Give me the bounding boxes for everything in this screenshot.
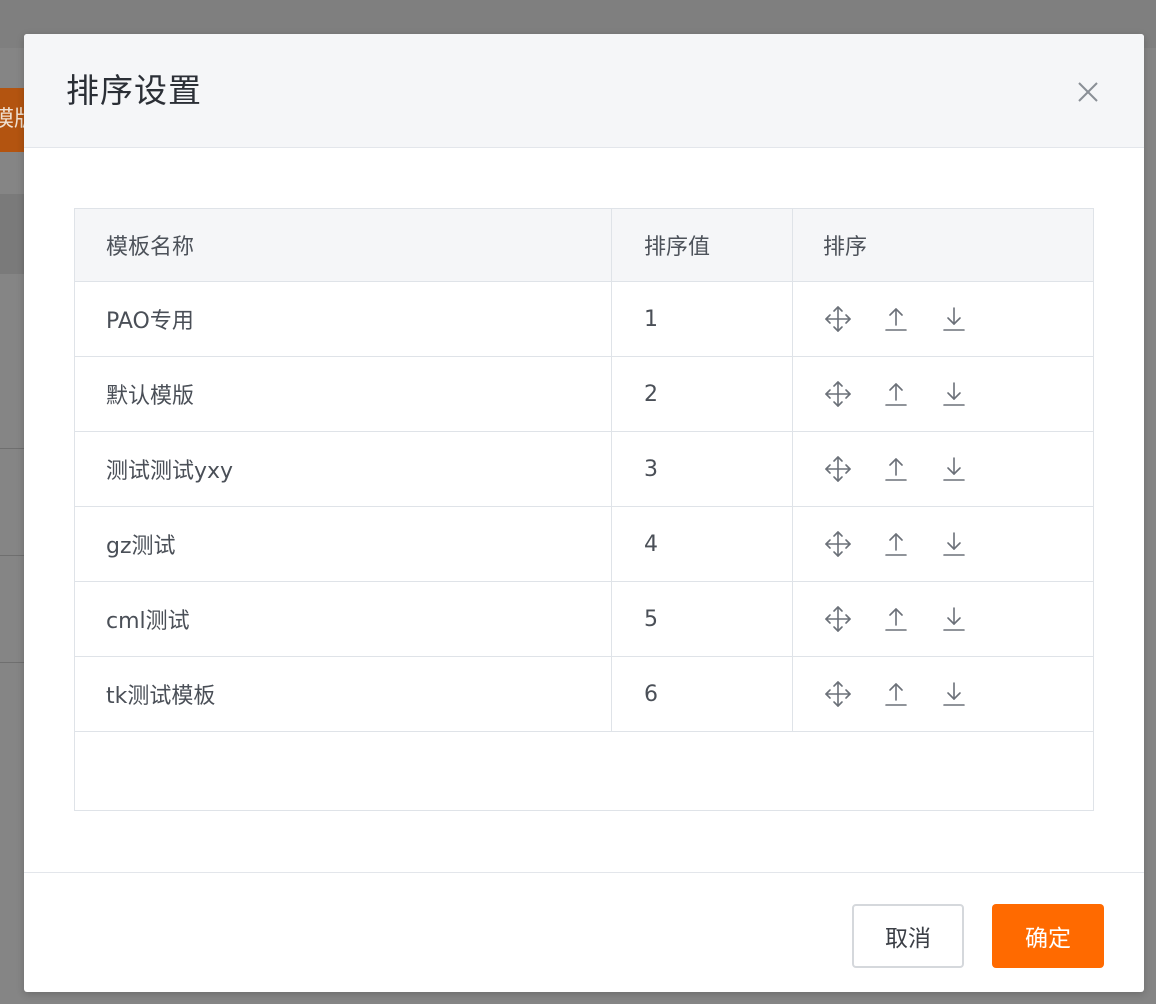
sort-table: 模板名称 排序值 排序 PAO专用 1 默认模版 2 测试测试yxy 3 gz测试 4 cml测… <box>74 208 1094 811</box>
sort-value-cell: 3 <box>612 432 793 506</box>
cancel-button[interactable]: 取消 <box>852 904 964 968</box>
move-icon[interactable] <box>823 529 853 559</box>
arrow-down-icon[interactable] <box>939 679 969 709</box>
move-icon[interactable] <box>823 304 853 334</box>
template-name-cell: PAO专用 <box>75 282 612 356</box>
template-name-cell: 默认模版 <box>75 357 612 431</box>
table-row: gz测试 4 <box>75 507 1093 582</box>
arrow-up-icon[interactable] <box>881 304 911 334</box>
close-icon[interactable] <box>1074 78 1102 106</box>
template-name-cell: gz测试 <box>75 507 612 581</box>
sort-value-cell: 6 <box>612 657 793 731</box>
move-icon[interactable] <box>823 679 853 709</box>
column-header-sort-value: 排序值 <box>612 209 793 281</box>
move-icon[interactable] <box>823 454 853 484</box>
arrow-up-icon[interactable] <box>881 454 911 484</box>
table-row: 默认模版 2 <box>75 357 1093 432</box>
arrow-down-icon[interactable] <box>939 529 969 559</box>
arrow-down-icon[interactable] <box>939 454 969 484</box>
move-icon[interactable] <box>823 604 853 634</box>
confirm-button[interactable]: 确定 <box>992 904 1104 968</box>
sort-value-cell: 1 <box>612 282 793 356</box>
sort-actions-cell <box>793 507 1093 581</box>
template-name-cell: tk测试模板 <box>75 657 612 731</box>
sort-actions-cell <box>793 282 1093 356</box>
sort-settings-dialog: 排序设置 模板名称 排序值 排序 PAO专用 1 默认模版 2 测试测试yxy 3 gz测试… <box>24 34 1144 992</box>
column-header-sort: 排序 <box>823 235 868 260</box>
sort-value-cell: 4 <box>612 507 793 581</box>
table-row: cml测试 5 <box>75 582 1093 657</box>
arrow-up-icon[interactable] <box>881 679 911 709</box>
sort-actions-cell <box>793 357 1093 431</box>
dialog-header: 排序设置 <box>24 34 1144 148</box>
arrow-up-icon[interactable] <box>881 529 911 559</box>
table-row: tk测试模板 6 <box>75 657 1093 732</box>
footer-divider <box>24 872 1144 873</box>
dialog-title: 排序设置 <box>66 71 202 110</box>
sort-actions-cell <box>793 432 1093 506</box>
sort-value-cell: 2 <box>612 357 793 431</box>
template-name-cell: 测试测试yxy <box>75 432 612 506</box>
table-row: PAO专用 1 <box>75 282 1093 357</box>
table-row: 测试测试yxy 3 <box>75 432 1093 507</box>
sort-actions-cell <box>793 657 1093 731</box>
sort-value-cell: 5 <box>612 582 793 656</box>
arrow-down-icon[interactable] <box>939 379 969 409</box>
sort-actions-cell <box>793 582 1093 656</box>
arrow-up-icon[interactable] <box>881 379 911 409</box>
table-header-row: 模板名称 排序值 排序 <box>75 209 1093 282</box>
arrow-up-icon[interactable] <box>881 604 911 634</box>
move-icon[interactable] <box>823 379 853 409</box>
template-name-cell: cml测试 <box>75 582 612 656</box>
arrow-down-icon[interactable] <box>939 604 969 634</box>
arrow-down-icon[interactable] <box>939 304 969 334</box>
column-header-template-name: 模板名称 <box>75 209 612 281</box>
